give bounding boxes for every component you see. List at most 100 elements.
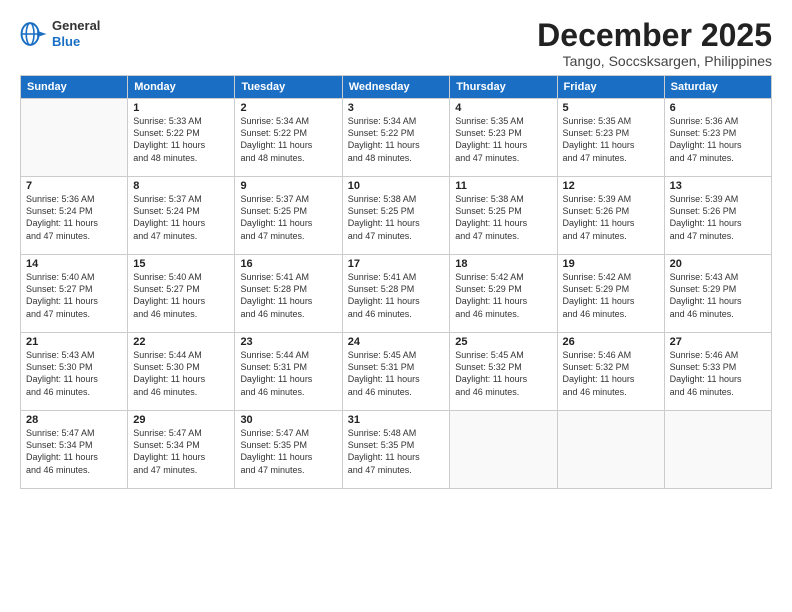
calendar-cell: 15Sunrise: 5:40 AM Sunset: 5:27 PM Dayli… — [128, 255, 235, 333]
day-info: Sunrise: 5:34 AM Sunset: 5:22 PM Dayligh… — [240, 115, 336, 164]
day-info: Sunrise: 5:41 AM Sunset: 5:28 PM Dayligh… — [240, 271, 336, 320]
calendar-cell: 10Sunrise: 5:38 AM Sunset: 5:25 PM Dayli… — [342, 177, 450, 255]
day-number: 19 — [563, 258, 659, 270]
day-number: 22 — [133, 336, 229, 348]
calendar-cell: 22Sunrise: 5:44 AM Sunset: 5:30 PM Dayli… — [128, 333, 235, 411]
logo: General Blue — [20, 18, 100, 49]
calendar-cell: 24Sunrise: 5:45 AM Sunset: 5:31 PM Dayli… — [342, 333, 450, 411]
logo-text: General Blue — [52, 18, 100, 49]
calendar-cell: 17Sunrise: 5:41 AM Sunset: 5:28 PM Dayli… — [342, 255, 450, 333]
calendar-cell: 14Sunrise: 5:40 AM Sunset: 5:27 PM Dayli… — [21, 255, 128, 333]
calendar-cell: 7Sunrise: 5:36 AM Sunset: 5:24 PM Daylig… — [21, 177, 128, 255]
calendar-cell: 8Sunrise: 5:37 AM Sunset: 5:24 PM Daylig… — [128, 177, 235, 255]
day-info: Sunrise: 5:37 AM Sunset: 5:24 PM Dayligh… — [133, 193, 229, 242]
day-number: 6 — [670, 102, 766, 114]
day-info: Sunrise: 5:42 AM Sunset: 5:29 PM Dayligh… — [455, 271, 551, 320]
title-block: December 2025 Tango, Soccsksargen, Phili… — [537, 18, 772, 69]
day-number: 17 — [348, 258, 445, 270]
calendar-cell: 20Sunrise: 5:43 AM Sunset: 5:29 PM Dayli… — [664, 255, 771, 333]
day-info: Sunrise: 5:46 AM Sunset: 5:32 PM Dayligh… — [563, 349, 659, 398]
day-info: Sunrise: 5:47 AM Sunset: 5:34 PM Dayligh… — [133, 427, 229, 476]
calendar-cell: 30Sunrise: 5:47 AM Sunset: 5:35 PM Dayli… — [235, 411, 342, 489]
calendar-cell: 5Sunrise: 5:35 AM Sunset: 5:23 PM Daylig… — [557, 99, 664, 177]
calendar-cell: 25Sunrise: 5:45 AM Sunset: 5:32 PM Dayli… — [450, 333, 557, 411]
day-number: 5 — [563, 102, 659, 114]
day-info: Sunrise: 5:43 AM Sunset: 5:29 PM Dayligh… — [670, 271, 766, 320]
logo-blue: Blue — [52, 34, 100, 50]
week-row-0: 1Sunrise: 5:33 AM Sunset: 5:22 PM Daylig… — [21, 99, 772, 177]
day-number: 28 — [26, 414, 122, 426]
header-cell-thursday: Thursday — [450, 76, 557, 99]
header-cell-saturday: Saturday — [664, 76, 771, 99]
calendar-cell — [664, 411, 771, 489]
subtitle: Tango, Soccsksargen, Philippines — [537, 53, 772, 69]
calendar-cell: 16Sunrise: 5:41 AM Sunset: 5:28 PM Dayli… — [235, 255, 342, 333]
day-info: Sunrise: 5:48 AM Sunset: 5:35 PM Dayligh… — [348, 427, 445, 476]
calendar-body: 1Sunrise: 5:33 AM Sunset: 5:22 PM Daylig… — [21, 99, 772, 489]
day-number: 10 — [348, 180, 445, 192]
day-number: 14 — [26, 258, 122, 270]
calendar-cell: 13Sunrise: 5:39 AM Sunset: 5:26 PM Dayli… — [664, 177, 771, 255]
day-info: Sunrise: 5:38 AM Sunset: 5:25 PM Dayligh… — [455, 193, 551, 242]
day-info: Sunrise: 5:47 AM Sunset: 5:34 PM Dayligh… — [26, 427, 122, 476]
day-info: Sunrise: 5:40 AM Sunset: 5:27 PM Dayligh… — [133, 271, 229, 320]
header: General Blue December 2025 Tango, Soccsk… — [20, 18, 772, 69]
calendar-table: SundayMondayTuesdayWednesdayThursdayFrid… — [20, 75, 772, 489]
header-cell-sunday: Sunday — [21, 76, 128, 99]
day-number: 31 — [348, 414, 445, 426]
day-number: 12 — [563, 180, 659, 192]
day-info: Sunrise: 5:42 AM Sunset: 5:29 PM Dayligh… — [563, 271, 659, 320]
day-number: 13 — [670, 180, 766, 192]
calendar-cell: 21Sunrise: 5:43 AM Sunset: 5:30 PM Dayli… — [21, 333, 128, 411]
calendar-cell: 29Sunrise: 5:47 AM Sunset: 5:34 PM Dayli… — [128, 411, 235, 489]
day-number: 8 — [133, 180, 229, 192]
header-cell-wednesday: Wednesday — [342, 76, 450, 99]
calendar-cell — [450, 411, 557, 489]
header-cell-friday: Friday — [557, 76, 664, 99]
day-info: Sunrise: 5:36 AM Sunset: 5:23 PM Dayligh… — [670, 115, 766, 164]
day-info: Sunrise: 5:44 AM Sunset: 5:30 PM Dayligh… — [133, 349, 229, 398]
day-info: Sunrise: 5:45 AM Sunset: 5:31 PM Dayligh… — [348, 349, 445, 398]
calendar-cell: 2Sunrise: 5:34 AM Sunset: 5:22 PM Daylig… — [235, 99, 342, 177]
header-row: SundayMondayTuesdayWednesdayThursdayFrid… — [21, 76, 772, 99]
calendar-cell: 31Sunrise: 5:48 AM Sunset: 5:35 PM Dayli… — [342, 411, 450, 489]
day-info: Sunrise: 5:43 AM Sunset: 5:30 PM Dayligh… — [26, 349, 122, 398]
day-info: Sunrise: 5:39 AM Sunset: 5:26 PM Dayligh… — [563, 193, 659, 242]
day-info: Sunrise: 5:36 AM Sunset: 5:24 PM Dayligh… — [26, 193, 122, 242]
day-info: Sunrise: 5:41 AM Sunset: 5:28 PM Dayligh… — [348, 271, 445, 320]
calendar-cell: 19Sunrise: 5:42 AM Sunset: 5:29 PM Dayli… — [557, 255, 664, 333]
day-number: 9 — [240, 180, 336, 192]
header-cell-monday: Monday — [128, 76, 235, 99]
calendar-cell: 11Sunrise: 5:38 AM Sunset: 5:25 PM Dayli… — [450, 177, 557, 255]
calendar-cell: 9Sunrise: 5:37 AM Sunset: 5:25 PM Daylig… — [235, 177, 342, 255]
day-info: Sunrise: 5:35 AM Sunset: 5:23 PM Dayligh… — [563, 115, 659, 164]
calendar-cell: 23Sunrise: 5:44 AM Sunset: 5:31 PM Dayli… — [235, 333, 342, 411]
day-number: 26 — [563, 336, 659, 348]
day-number: 15 — [133, 258, 229, 270]
day-info: Sunrise: 5:33 AM Sunset: 5:22 PM Dayligh… — [133, 115, 229, 164]
header-cell-tuesday: Tuesday — [235, 76, 342, 99]
day-number: 23 — [240, 336, 336, 348]
day-info: Sunrise: 5:46 AM Sunset: 5:33 PM Dayligh… — [670, 349, 766, 398]
calendar-cell — [557, 411, 664, 489]
day-number: 3 — [348, 102, 445, 114]
week-row-3: 21Sunrise: 5:43 AM Sunset: 5:30 PM Dayli… — [21, 333, 772, 411]
page: General Blue December 2025 Tango, Soccsk… — [0, 0, 792, 501]
calendar-cell: 26Sunrise: 5:46 AM Sunset: 5:32 PM Dayli… — [557, 333, 664, 411]
day-number: 18 — [455, 258, 551, 270]
day-info: Sunrise: 5:40 AM Sunset: 5:27 PM Dayligh… — [26, 271, 122, 320]
calendar-cell: 12Sunrise: 5:39 AM Sunset: 5:26 PM Dayli… — [557, 177, 664, 255]
day-number: 7 — [26, 180, 122, 192]
logo-icon — [20, 20, 48, 48]
week-row-2: 14Sunrise: 5:40 AM Sunset: 5:27 PM Dayli… — [21, 255, 772, 333]
calendar-cell: 4Sunrise: 5:35 AM Sunset: 5:23 PM Daylig… — [450, 99, 557, 177]
day-number: 16 — [240, 258, 336, 270]
day-number: 24 — [348, 336, 445, 348]
calendar-cell: 3Sunrise: 5:34 AM Sunset: 5:22 PM Daylig… — [342, 99, 450, 177]
logo-general: General — [52, 18, 100, 34]
week-row-4: 28Sunrise: 5:47 AM Sunset: 5:34 PM Dayli… — [21, 411, 772, 489]
calendar-cell — [21, 99, 128, 177]
day-number: 25 — [455, 336, 551, 348]
day-info: Sunrise: 5:37 AM Sunset: 5:25 PM Dayligh… — [240, 193, 336, 242]
calendar-cell: 28Sunrise: 5:47 AM Sunset: 5:34 PM Dayli… — [21, 411, 128, 489]
